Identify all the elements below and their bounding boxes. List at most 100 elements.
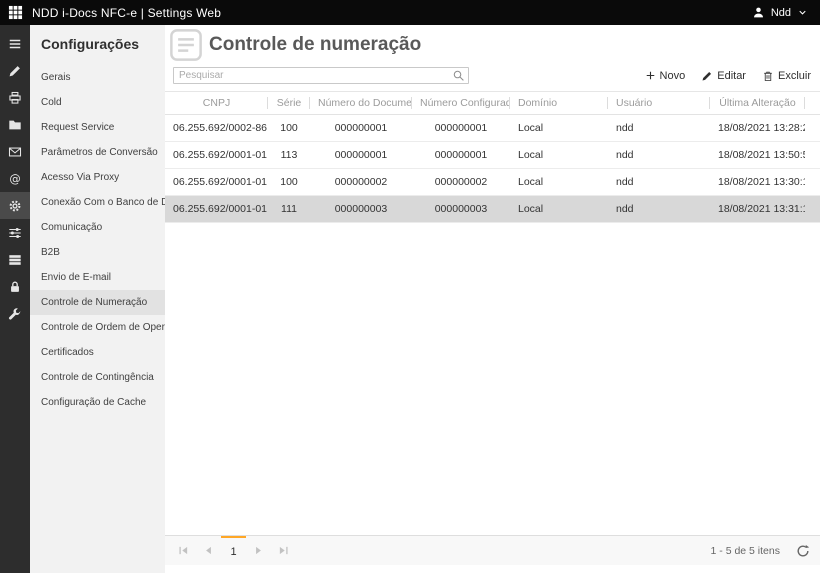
table-row[interactable]: 06.255.692/0001-01111000000003000000003L… [165, 196, 820, 223]
table-row[interactable]: 06.255.692/0002-86100000000001000000001L… [165, 115, 820, 142]
sidebar-item-conexao-com-o-banco-de-dados[interactable]: Conexão Com o Banco de Dados [30, 190, 165, 215]
sidebar-item-controle-de-contingencia[interactable]: Controle de Contingência [30, 365, 165, 390]
brush-glyph [8, 64, 22, 78]
cell-usuario: ndd [608, 115, 710, 142]
cell-serie: 100 [268, 169, 310, 196]
sidebar-item-gerais[interactable]: Gerais [30, 65, 165, 90]
gear-icon[interactable] [0, 192, 30, 219]
app-window: NDD i-Docs NFC-e | Settings Web Ndd Conf… [0, 0, 820, 573]
cell-ultima-alteracao: 18/08/2021 13:31:12 [710, 196, 805, 223]
cell-serie: 113 [268, 142, 310, 169]
sidebar-item-certificados[interactable]: Certificados [30, 340, 165, 365]
at-glyph [8, 172, 22, 186]
cell-cnpj: 06.255.692/0001-01 [165, 169, 268, 196]
pager-page-1[interactable]: 1 [221, 536, 246, 565]
sidebar-item-controle-de-numeracao[interactable]: Controle de Numeração [30, 290, 165, 315]
sidebar-title: Configurações [30, 25, 165, 65]
pager-prev-button[interactable] [196, 536, 221, 565]
pager-last-button[interactable] [271, 536, 296, 565]
menu-glyph [8, 37, 22, 51]
chevron-down-icon [797, 7, 808, 18]
page-header: Controle de numeração [165, 25, 820, 64]
table-header-row: CNPJSérieNúmero do DocumentoNúmero Confi… [165, 92, 820, 115]
search-input[interactable] [173, 67, 469, 84]
cell-spacer [805, 196, 820, 223]
cell-numero-do-documento: 000000002 [310, 169, 412, 196]
novo-button[interactable]: Novo [645, 70, 686, 82]
pager-first-button[interactable] [171, 536, 196, 565]
cell-numero-configurado: 000000003 [412, 196, 510, 223]
brush-icon[interactable] [0, 57, 30, 84]
lock-glyph [8, 280, 22, 294]
cell-spacer [805, 142, 820, 169]
column-header-usuario[interactable]: Usuário [608, 92, 710, 115]
cell-serie: 100 [268, 115, 310, 142]
sidebar-item-envio-de-e-mail[interactable]: Envio de E-mail [30, 265, 165, 290]
novo-label: Novo [660, 70, 686, 82]
sidebar-item-parametros-de-conversao[interactable]: Parâmetros de Conversão [30, 140, 165, 165]
editar-button[interactable]: Editar [701, 70, 746, 82]
refresh-button[interactable] [796, 544, 810, 558]
sidebar-item-controle-de-ordem-de-operacao[interactable]: Controle de Ordem de Operação [30, 315, 165, 340]
cell-numero-do-documento: 000000001 [310, 115, 412, 142]
column-header-ultima-alteracao[interactable]: Última Alteração [710, 92, 805, 115]
mail-icon[interactable] [0, 138, 30, 165]
printer-icon[interactable] [0, 84, 30, 111]
lock-icon[interactable] [0, 273, 30, 300]
folder-icon[interactable] [0, 111, 30, 138]
editar-label: Editar [717, 70, 746, 82]
cell-usuario: ndd [608, 169, 710, 196]
cell-dominio: Local [510, 196, 608, 223]
excluir-button[interactable]: Excluir [762, 70, 811, 82]
page-title: Controle de numeração [209, 34, 421, 56]
cell-dominio: Local [510, 115, 608, 142]
sidebar-item-configuracao-de-cache[interactable]: Configuração de Cache [30, 390, 165, 415]
table-row[interactable]: 06.255.692/0001-01100000000002000000002L… [165, 169, 820, 196]
cell-serie: 111 [268, 196, 310, 223]
numeration-table: CNPJSérieNúmero do DocumentoNúmero Confi… [165, 91, 820, 223]
app-body: Configurações GeraisColdRequest ServiceP… [0, 25, 820, 573]
column-header-numero-configurado[interactable]: Número Configurado [412, 92, 510, 115]
topbar: NDD i-Docs NFC-e | Settings Web Ndd [0, 0, 820, 25]
pencil-icon [701, 70, 713, 82]
controls-row: Novo Editar Excluir [165, 64, 820, 91]
wrench-icon[interactable] [0, 300, 30, 327]
plus-icon [645, 70, 656, 81]
sidebar-list: GeraisColdRequest ServiceParâmetros de C… [30, 65, 165, 415]
sidebar-item-acesso-via-proxy[interactable]: Acesso Via Proxy [30, 165, 165, 190]
search-icon[interactable] [452, 69, 465, 82]
sidebar-item-b2b[interactable]: B2B [30, 240, 165, 265]
cell-spacer [805, 115, 820, 142]
rows-glyph [8, 253, 22, 267]
column-header-serie[interactable]: Série [268, 92, 310, 115]
cell-cnpj: 06.255.692/0001-01 [165, 196, 268, 223]
sliders-icon[interactable] [0, 219, 30, 246]
table-row[interactable]: 06.255.692/0001-01113000000001000000001L… [165, 142, 820, 169]
user-name: Ndd [771, 7, 791, 19]
column-header-numero-do-documento[interactable]: Número do Documento [310, 92, 412, 115]
user-menu[interactable]: Ndd [752, 6, 808, 19]
cell-cnpj: 06.255.692/0001-01 [165, 142, 268, 169]
mail-glyph [8, 145, 22, 159]
pager-next-button[interactable] [246, 536, 271, 565]
at-icon[interactable] [0, 165, 30, 192]
rows-icon[interactable] [0, 246, 30, 273]
cell-numero-configurado: 000000002 [412, 169, 510, 196]
table-body: 06.255.692/0002-86100000000001000000001L… [165, 115, 820, 223]
excluir-label: Excluir [778, 70, 811, 82]
printer-glyph [8, 91, 22, 105]
cell-numero-do-documento: 000000001 [310, 142, 412, 169]
cell-numero-configurado: 000000001 [412, 142, 510, 169]
sidebar-item-cold[interactable]: Cold [30, 90, 165, 115]
sliders-glyph [8, 226, 22, 240]
page-icon [168, 27, 204, 63]
cell-ultima-alteracao: 18/08/2021 13:50:59 [710, 142, 805, 169]
column-header-cnpj[interactable]: CNPJ [165, 92, 268, 115]
apps-grid-icon[interactable] [8, 5, 23, 20]
cell-cnpj: 06.255.692/0002-86 [165, 115, 268, 142]
cell-ultima-alteracao: 18/08/2021 13:28:29 [710, 115, 805, 142]
sidebar-item-comunicacao[interactable]: Comunicação [30, 215, 165, 240]
sidebar-item-request-service[interactable]: Request Service [30, 115, 165, 140]
column-header-dominio[interactable]: Domínio [510, 92, 608, 115]
menu-icon[interactable] [0, 30, 30, 57]
